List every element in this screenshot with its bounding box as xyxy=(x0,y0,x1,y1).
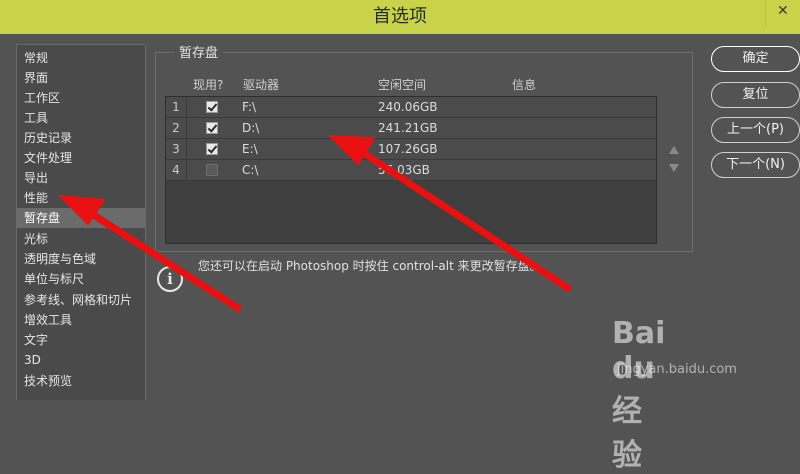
watermark-url: jingyan.baidu.com xyxy=(617,362,737,377)
arrow-to-table xyxy=(327,134,572,292)
arrow-to-sidebar xyxy=(57,194,242,312)
watermark-logo: Bai du 经验 xyxy=(612,316,666,473)
annotation-arrows xyxy=(57,134,572,312)
